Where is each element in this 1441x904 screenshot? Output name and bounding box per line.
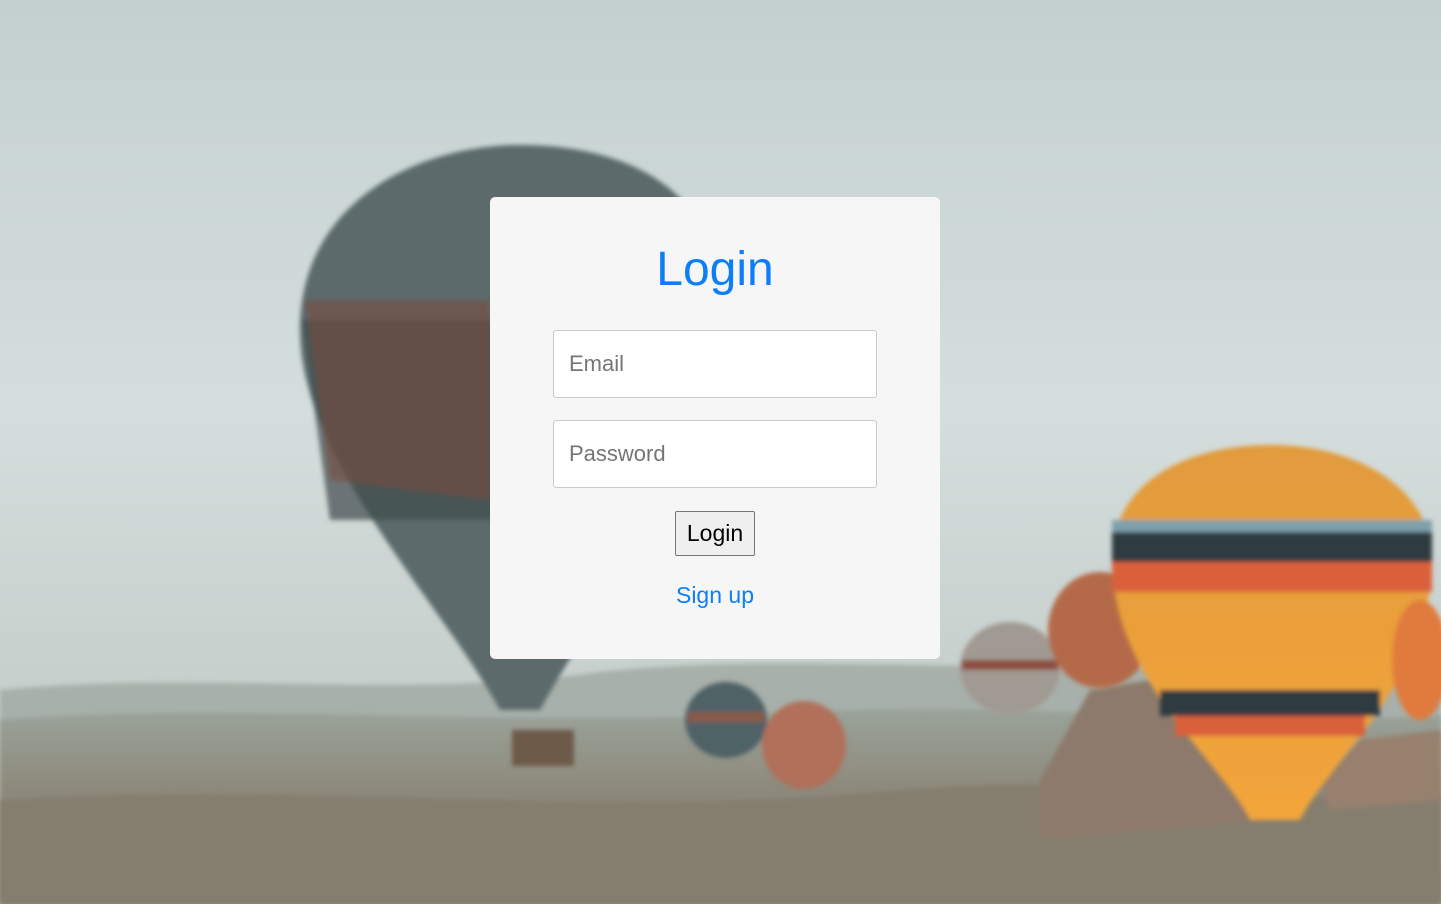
password-input[interactable]	[553, 420, 877, 488]
signup-link[interactable]: Sign up	[676, 582, 754, 609]
login-title: Login	[656, 243, 774, 296]
login-card: Login Login Sign up	[490, 197, 940, 659]
email-input[interactable]	[553, 330, 877, 398]
login-button[interactable]: Login	[674, 511, 756, 556]
